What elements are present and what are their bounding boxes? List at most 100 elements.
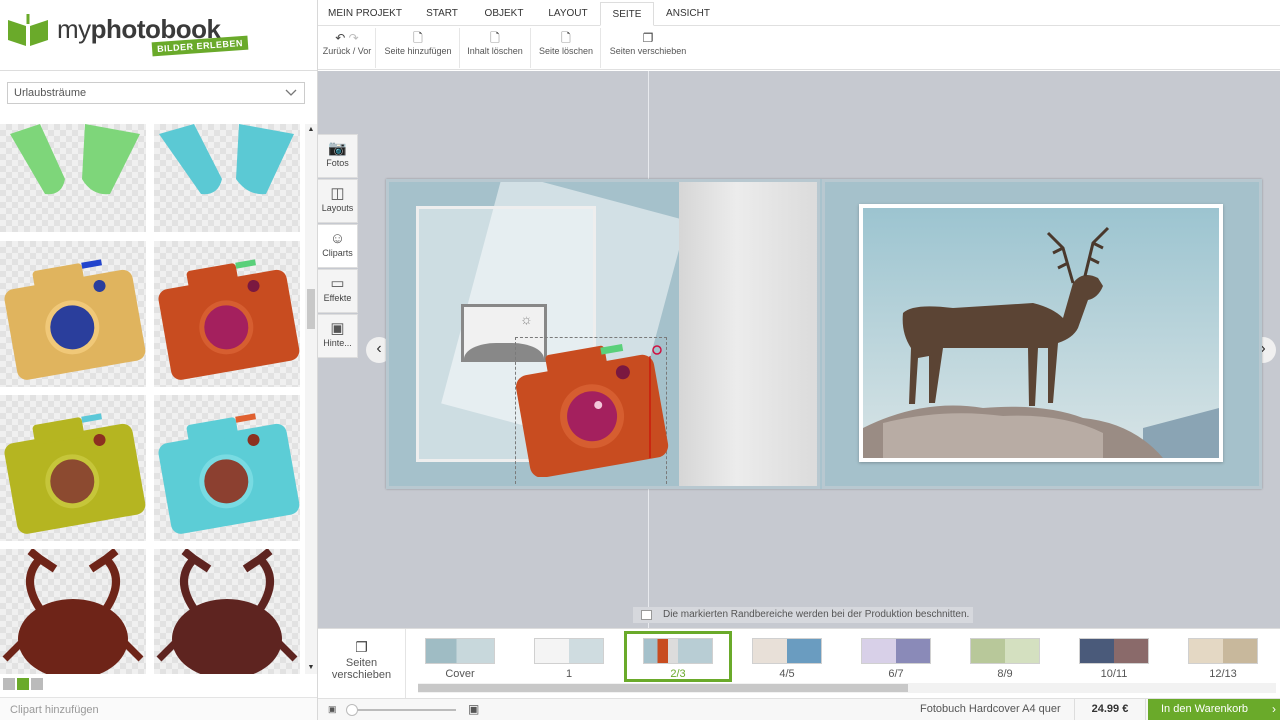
undo-redo-button[interactable]: ↶ ↷ Zurück / Vor — [320, 30, 374, 68]
tab-mein-projekt[interactable]: MEIN PROJEKT — [324, 2, 406, 26]
gallery-scrollbar[interactable]: ▲ ▼ — [305, 124, 317, 674]
page-thumb-10-11[interactable]: 10/11 — [1060, 631, 1168, 681]
side-tool-cliparts[interactable]: ☺ Cliparts — [318, 224, 358, 268]
page-thumb-12-13[interactable]: 12/13 — [1169, 631, 1277, 681]
clipart-category-select[interactable]: Urlaubsträume — [7, 82, 305, 104]
add-page-icon: 🗋 — [413, 31, 423, 45]
filmstrip-move-pages-button[interactable]: ❐ Seiten verschieben — [318, 629, 406, 699]
clipart-olive-camera[interactable] — [0, 395, 146, 541]
zoom-in-icon[interactable]: ▣ — [468, 702, 479, 716]
clipart-green-flippers[interactable] — [0, 124, 146, 232]
toolbar-separator — [600, 28, 601, 68]
trim-notice: Die markierten Randbereiche werden bei d… — [633, 607, 973, 623]
side-tool-label: Hinte... — [323, 338, 352, 348]
brand-logo[interactable]: myphotobook BILDER ERLEBEN — [0, 0, 317, 70]
thumb-image — [643, 638, 713, 664]
filmstrip-scrollbar[interactable] — [418, 683, 1276, 693]
thumb-image — [425, 638, 495, 664]
thumb-image — [752, 638, 822, 664]
scroll-up-icon[interactable]: ▲ — [307, 126, 315, 134]
add-page-button[interactable]: 🗋 Seite hinzufügen — [379, 30, 457, 68]
layout-icon: ◫ — [330, 185, 345, 202]
side-toolbar: 📷 Fotos ◫ Layouts ☺ Cliparts ▭ Effekte ▣… — [318, 134, 358, 359]
move-pages-icon: ❐ — [355, 639, 368, 655]
page-thumb-2-3[interactable]: 2/3 — [624, 631, 732, 682]
clipart-crab[interactable] — [154, 549, 300, 674]
zoom-slider-handle[interactable] — [346, 704, 358, 716]
page-thumb-1[interactable]: 1 — [515, 631, 623, 681]
move-pages-button[interactable]: ❐ Seiten verschieben — [604, 30, 692, 68]
page-thumb-cover[interactable]: Cover — [406, 631, 514, 681]
side-tool-hintergrund[interactable]: ▣ Hinte... — [318, 314, 358, 358]
page-thumb-4-5[interactable]: 4/5 — [733, 631, 841, 681]
book-logo-icon — [8, 14, 48, 46]
add-clipart-button[interactable]: Clipart hinzufügen — [0, 697, 317, 720]
scroll-down-icon[interactable]: ▼ — [307, 664, 315, 672]
camera-icon: 📷 — [328, 140, 347, 157]
undo-redo-label: Zurück / Vor — [322, 46, 372, 56]
thumb-label: 2/3 — [670, 668, 686, 680]
editor-canvas[interactable]: 📷 Fotos ◫ Layouts ☺ Cliparts ▭ Effekte ▣… — [318, 71, 1280, 628]
view-large-icon[interactable] — [31, 678, 43, 690]
thumb-label: 12/13 — [1209, 668, 1237, 680]
thumb-label: 8/9 — [997, 668, 1013, 680]
clipart-blue-flippers[interactable] — [154, 124, 300, 232]
divider — [0, 70, 317, 71]
clipart-gallery — [0, 124, 304, 674]
trim-notice-checkbox[interactable] — [641, 610, 652, 620]
chevron-right-icon: › — [1272, 702, 1276, 716]
scrollbar-thumb[interactable] — [418, 684, 908, 692]
page-thumb-6-7[interactable]: 6/7 — [842, 631, 950, 681]
category-value: Urlaubsträume — [14, 87, 87, 99]
background-icon: ▣ — [330, 320, 345, 337]
clipart-red-camera[interactable] — [154, 241, 300, 387]
thumb-label: 6/7 — [888, 668, 904, 680]
page-left[interactable]: ☼ — [386, 179, 820, 489]
delete-content-icon: 🗋 — [490, 31, 500, 45]
page-right[interactable] — [822, 179, 1262, 489]
side-tool-fotos[interactable]: 📷 Fotos — [318, 134, 358, 178]
zoom-slider[interactable] — [348, 709, 456, 711]
thumb-label: 1 — [565, 668, 573, 680]
redo-icon[interactable]: ↷ — [349, 31, 359, 45]
side-tool-label: Effekte — [323, 293, 352, 303]
tab-layout[interactable]: LAYOUT — [540, 2, 596, 26]
delete-page-button[interactable]: 🗋 Seite löschen — [534, 30, 598, 68]
zoom-out-icon[interactable]: ▣ — [328, 704, 337, 715]
view-small-icon[interactable] — [3, 678, 15, 690]
thumb-image — [1079, 638, 1149, 664]
side-tool-layouts[interactable]: ◫ Layouts — [318, 179, 358, 223]
trim-notice-text: Die markierten Randbereiche werden bei d… — [663, 609, 970, 620]
chevron-down-icon — [285, 89, 297, 96]
sun-icon: ☼ — [520, 311, 533, 327]
view-medium-icon[interactable] — [17, 678, 29, 690]
add-page-label: Seite hinzufügen — [384, 46, 452, 56]
move-pages-icon: ❐ — [642, 31, 654, 45]
main-menu: MEIN PROJEKT START OBJEKT LAYOUT SEITE A… — [318, 0, 1280, 26]
thumb-label: Cover — [445, 668, 475, 680]
price-display: 24.99 € — [1074, 699, 1146, 720]
reindeer-photo[interactable] — [859, 204, 1223, 462]
scrollbar-thumb[interactable] — [307, 289, 315, 329]
selected-camera-clipart[interactable] — [515, 342, 670, 477]
toolbar-separator — [530, 28, 531, 68]
delete-page-label: Seite löschen — [538, 46, 594, 56]
add-to-cart-button[interactable]: In den Warenkorb › — [1148, 699, 1280, 720]
clipart-yellow-camera[interactable] — [0, 241, 146, 387]
page-thumb-8-9[interactable]: 8/9 — [951, 631, 1059, 681]
tab-seite[interactable]: SEITE — [600, 2, 654, 26]
clipart-cyan-camera[interactable] — [154, 395, 300, 541]
delete-content-button[interactable]: 🗋 Inhalt löschen — [463, 30, 527, 68]
move-pages-label: Seiten verschieben — [609, 46, 687, 56]
cart-button-label: In den Warenkorb — [1161, 703, 1249, 715]
move-pages-label: Seiten verschieben — [331, 657, 392, 681]
undo-icon[interactable]: ↶ — [335, 31, 345, 45]
thumb-image — [970, 638, 1040, 664]
side-tool-effekte[interactable]: ▭ Effekte — [318, 269, 358, 313]
tab-start[interactable]: START — [414, 2, 470, 26]
clipart-crab[interactable] — [0, 549, 146, 674]
delete-page-icon: 🗋 — [561, 31, 571, 45]
book-spread: ☼ — [386, 179, 1262, 489]
tab-ansicht[interactable]: ANSICHT — [660, 2, 716, 26]
tab-objekt[interactable]: OBJEKT — [476, 2, 532, 26]
